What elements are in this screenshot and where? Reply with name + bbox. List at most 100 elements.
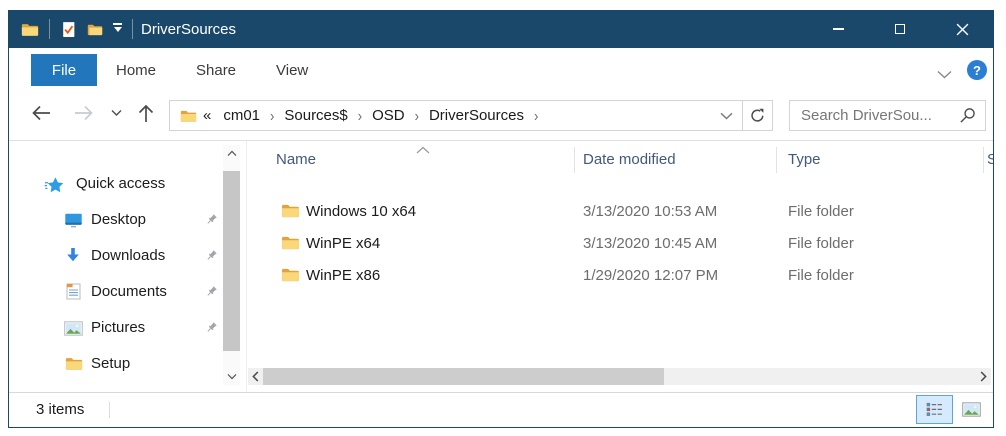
column-header-date-modified[interactable]: Date modified — [583, 151, 676, 168]
back-button[interactable] — [30, 86, 52, 140]
new-folder-icon[interactable] — [87, 22, 103, 37]
status-divider — [109, 402, 110, 418]
scroll-down-chevron-icon[interactable] — [227, 373, 237, 380]
refresh-button[interactable] — [742, 101, 772, 130]
column-header-type[interactable]: Type — [788, 151, 821, 168]
help-button[interactable]: ? — [967, 60, 987, 80]
downloads-arrow-icon — [65, 247, 81, 264]
tab-view[interactable]: View — [276, 54, 308, 86]
address-folder-icon — [177, 109, 197, 123]
forward-button[interactable] — [73, 86, 95, 140]
column-header-size-clipped[interactable]: S — [987, 151, 993, 168]
folder-icon — [281, 203, 300, 223]
close-button[interactable] — [931, 10, 993, 48]
file-name[interactable]: WinPE x86 — [306, 260, 380, 292]
maximize-icon — [895, 24, 905, 34]
up-arrow-icon — [137, 103, 155, 123]
breadcrumb-sources[interactable]: Sources$ — [278, 107, 353, 124]
search-placeholder: Search DriverSou... — [790, 107, 959, 124]
search-magnifier-icon[interactable] — [959, 107, 985, 124]
tab-share[interactable]: Share — [196, 54, 236, 86]
search-input[interactable]: Search DriverSou... — [789, 100, 986, 131]
file-type: File folder — [788, 228, 854, 260]
window-title: DriverSources — [141, 21, 236, 38]
file-date-modified: 3/13/2020 10:45 AM — [583, 228, 717, 260]
scrollbar-thumb[interactable] — [223, 171, 240, 351]
status-bar: 3 items — [9, 392, 993, 427]
file-date-modified: 3/13/2020 10:53 AM — [583, 196, 717, 228]
column-divider[interactable] — [983, 147, 984, 173]
details-view-icon — [926, 402, 943, 417]
breadcrumb-chevron-icon[interactable]: › — [354, 107, 366, 124]
breadcrumb-driversources[interactable]: DriverSources — [423, 107, 530, 124]
address-bar[interactable]: « cm01 › Sources$ › OSD › DriverSources … — [169, 100, 773, 131]
quick-access-star-icon — [44, 176, 64, 194]
quick-access-toolbar — [9, 19, 133, 39]
breadcrumb-chevron-icon[interactable]: › — [266, 107, 278, 124]
sidebar-item-pictures[interactable]: Pictures — [9, 310, 223, 346]
breadcrumb-cm01[interactable]: cm01 — [217, 107, 266, 124]
sidebar-item-label: Setup — [91, 346, 130, 382]
sidebar-item-quick-access[interactable]: Quick access — [9, 166, 223, 202]
scroll-left-chevron-icon[interactable] — [252, 371, 259, 382]
expand-ribbon-chevron-icon[interactable] — [937, 66, 952, 84]
view-toggles — [916, 395, 990, 424]
table-row[interactable]: WinPE x64 3/13/2020 10:45 AM File folder — [247, 228, 992, 260]
folder-icon — [281, 235, 300, 255]
sidebar-item-clipped[interactable] — [9, 382, 223, 392]
column-divider[interactable] — [776, 147, 777, 173]
qat-separator — [49, 19, 50, 39]
recent-locations-button[interactable] — [111, 86, 122, 140]
file-date-modified: 1/29/2020 12:07 PM — [583, 260, 718, 292]
properties-check-icon[interactable] — [60, 21, 77, 38]
qat-separator — [132, 19, 133, 39]
horizontal-scrollbar[interactable] — [248, 368, 991, 385]
refresh-icon — [750, 108, 765, 123]
breadcrumb-overflow[interactable]: « — [197, 107, 217, 124]
scrollbar-thumb[interactable] — [263, 368, 664, 385]
pin-icon — [205, 321, 218, 339]
breadcrumb-chevron-icon[interactable]: › — [530, 107, 542, 124]
sidebar-item-desktop[interactable]: Desktop — [9, 202, 223, 238]
file-type: File folder — [788, 260, 854, 292]
maximize-button[interactable] — [869, 10, 931, 48]
column-divider[interactable] — [574, 147, 575, 173]
customize-qat-dropdown-icon[interactable] — [113, 23, 122, 36]
minimize-icon — [833, 28, 844, 30]
explorer-screenshot: DriverSources File Home Share View ? — [0, 0, 1006, 436]
sidebar-scrollbar[interactable] — [223, 145, 240, 385]
column-header-name[interactable]: Name — [276, 151, 316, 168]
scroll-right-chevron-icon[interactable] — [980, 371, 987, 382]
sidebar-item-documents[interactable]: Documents — [9, 274, 223, 310]
thumbnails-view-button[interactable] — [953, 395, 990, 424]
address-dropdown-chevron-icon[interactable] — [711, 112, 742, 120]
file-name[interactable]: Windows 10 x64 — [306, 196, 416, 228]
table-row[interactable]: Windows 10 x64 3/13/2020 10:53 AM File f… — [247, 196, 992, 228]
tab-file[interactable]: File — [31, 54, 97, 86]
pictures-icon — [64, 321, 83, 336]
items-count: 3 items — [36, 393, 84, 427]
minimize-button[interactable] — [807, 10, 869, 48]
sidebar-item-setup[interactable]: Setup — [9, 346, 223, 382]
explorer-folder-icon[interactable] — [21, 22, 39, 37]
table-row[interactable]: WinPE x86 1/29/2020 12:07 PM File folder — [247, 260, 992, 292]
file-name[interactable]: WinPE x64 — [306, 228, 380, 260]
title-bar: DriverSources — [9, 10, 993, 48]
up-button[interactable] — [137, 86, 155, 140]
forward-arrow-icon — [73, 104, 95, 122]
navigation-toolbar: « cm01 › Sources$ › OSD › DriverSources … — [9, 86, 993, 141]
document-icon — [66, 283, 81, 300]
pin-icon — [205, 285, 218, 303]
sidebar-item-label: Downloads — [91, 238, 165, 274]
breadcrumb-chevron-icon[interactable]: › — [411, 107, 423, 124]
scroll-up-chevron-icon[interactable] — [227, 150, 237, 157]
sidebar-item-label: Desktop — [91, 202, 146, 238]
tab-home[interactable]: Home — [116, 54, 156, 86]
sort-ascending-chevron-icon — [416, 141, 430, 159]
breadcrumb-osd[interactable]: OSD — [366, 107, 411, 124]
pin-icon — [205, 249, 218, 267]
ribbon-tab-strip: File Home Share View ? — [9, 54, 993, 86]
folder-icon — [65, 356, 83, 371]
sidebar-item-downloads[interactable]: Downloads — [9, 238, 223, 274]
details-view-button[interactable] — [916, 395, 953, 424]
